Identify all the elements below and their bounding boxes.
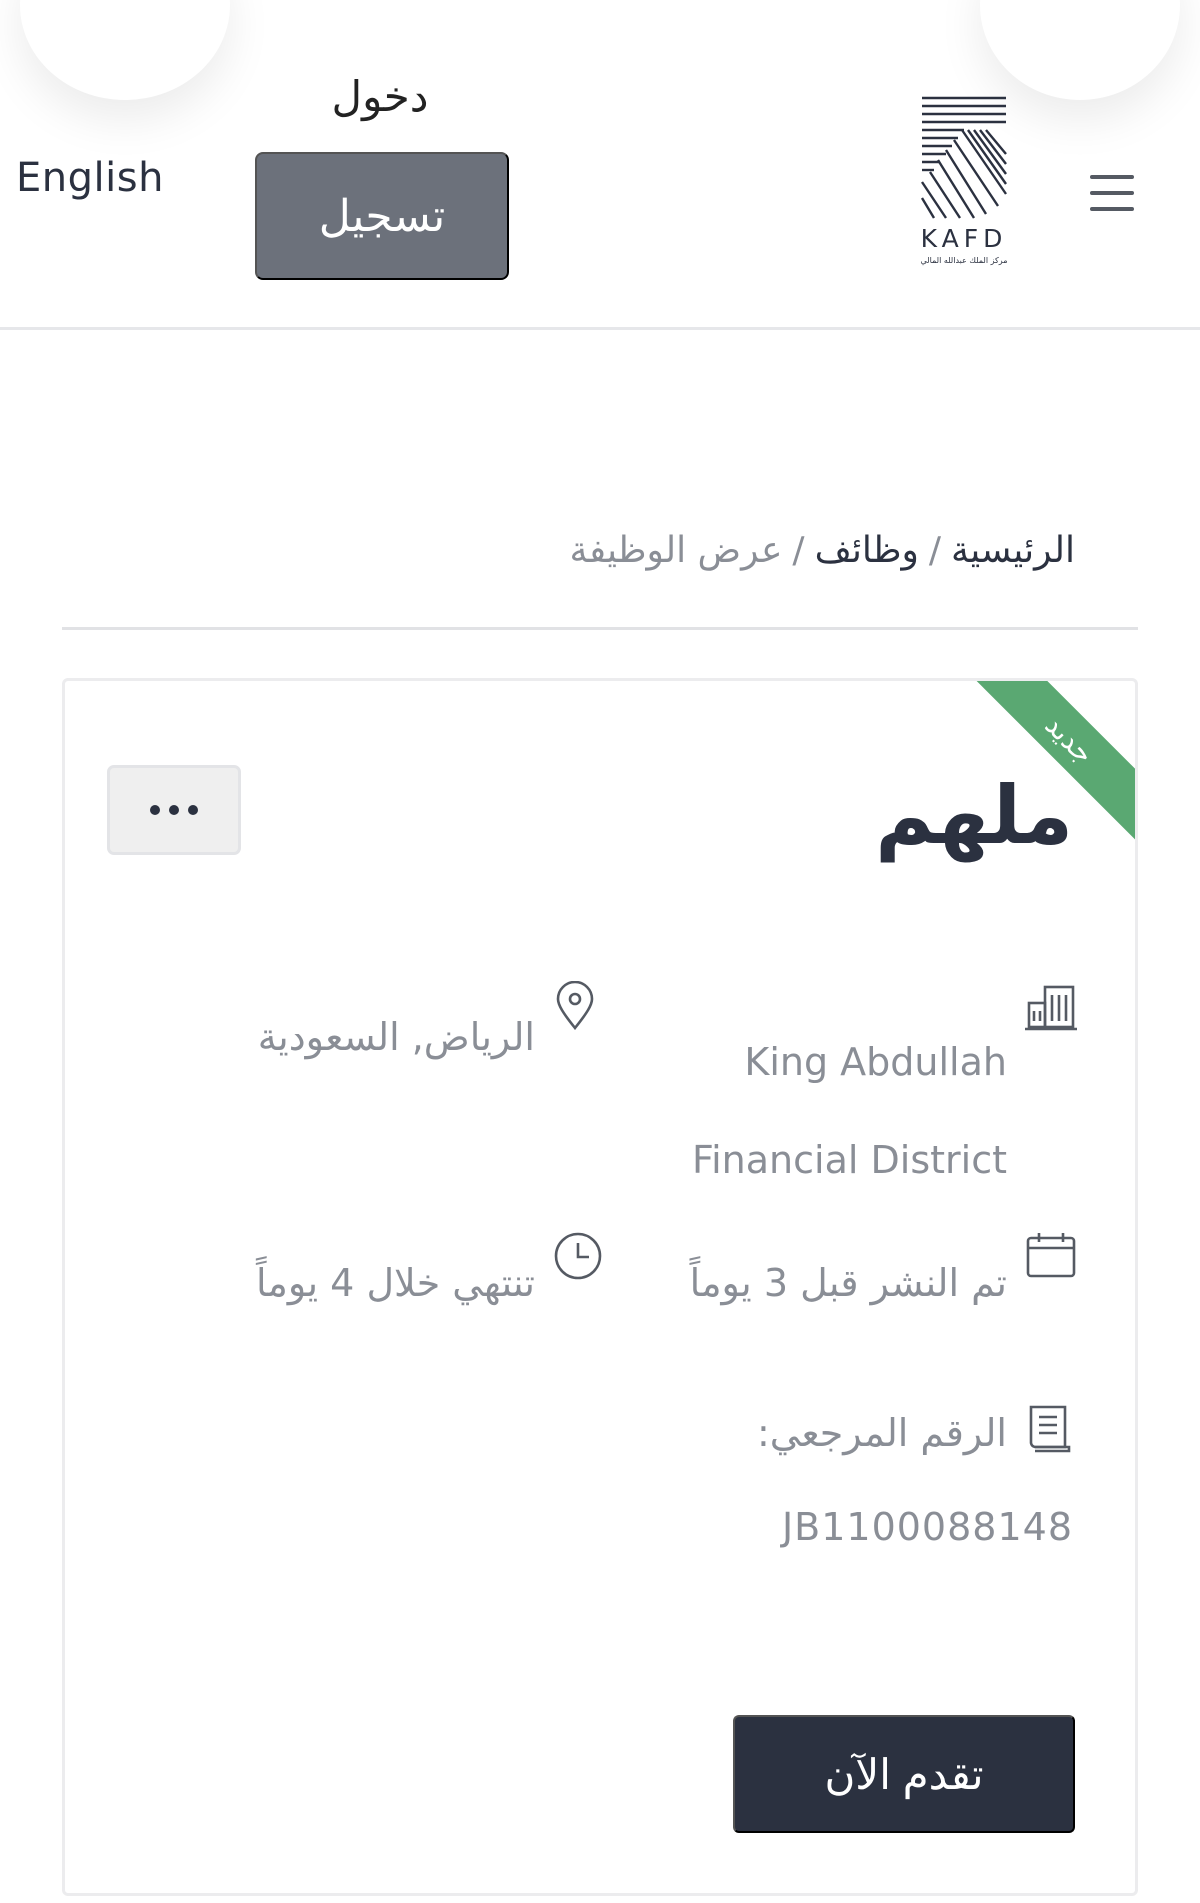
kafd-logo-mark [920,96,1007,219]
breadcrumb-separator: / [928,530,941,571]
kafd-logo-text: KAFD [920,224,1008,253]
language-switch-link[interactable]: English [16,155,164,201]
job-location: الرياض, السعودية [257,1015,535,1059]
more-options-button[interactable] [107,765,241,855]
job-title: ملهم [875,769,1073,862]
register-button-label: تسجيل [318,191,446,241]
breadcrumb-home-link[interactable]: الرئيسية [951,530,1075,571]
building-icon [1025,983,1077,1035]
job-expiry: تنتهي خلال 4 يوماً [255,1261,535,1305]
calendar-icon [1025,1231,1077,1283]
breadcrumb-divider [62,627,1138,630]
kafd-logo[interactable]: KAFD مركز الملك عبدالله المالي [918,94,1010,270]
menu-icon[interactable] [1090,175,1134,211]
job-card: جديد ملهم King Abdullah Financial Distri… [62,678,1138,1896]
site-header: English دخول تسجيل KAFD مركز الملك عبدال… [0,0,1200,330]
document-icon [1025,1403,1073,1459]
kafd-logo-subtext: مركز الملك عبدالله المالي [920,256,1008,265]
clock-icon [553,1231,603,1285]
breadcrumb-jobs-link[interactable]: وظائف [815,530,919,571]
more-dots-icon [150,805,198,815]
job-company: King Abdullah Financial District [692,1040,1007,1182]
apply-now-label: تقدم الآن [824,1750,984,1798]
job-posted-date: تم النشر قبل 3 يوماً [689,1261,1007,1305]
login-link[interactable]: دخول [280,72,480,121]
map-pin-icon [555,980,595,1035]
breadcrumb-separator: / [792,530,805,571]
breadcrumb: الرئيسية/وظائف/عرض الوظيفة [0,530,1075,571]
reference-number-value: JB1100088148 [781,1505,1073,1549]
reference-number-label: الرقم المرجعي: [756,1411,1007,1455]
breadcrumb-current: عرض الوظيفة [569,530,783,571]
apply-now-button[interactable]: تقدم الآن [733,1715,1075,1833]
register-button[interactable]: تسجيل [255,152,509,280]
